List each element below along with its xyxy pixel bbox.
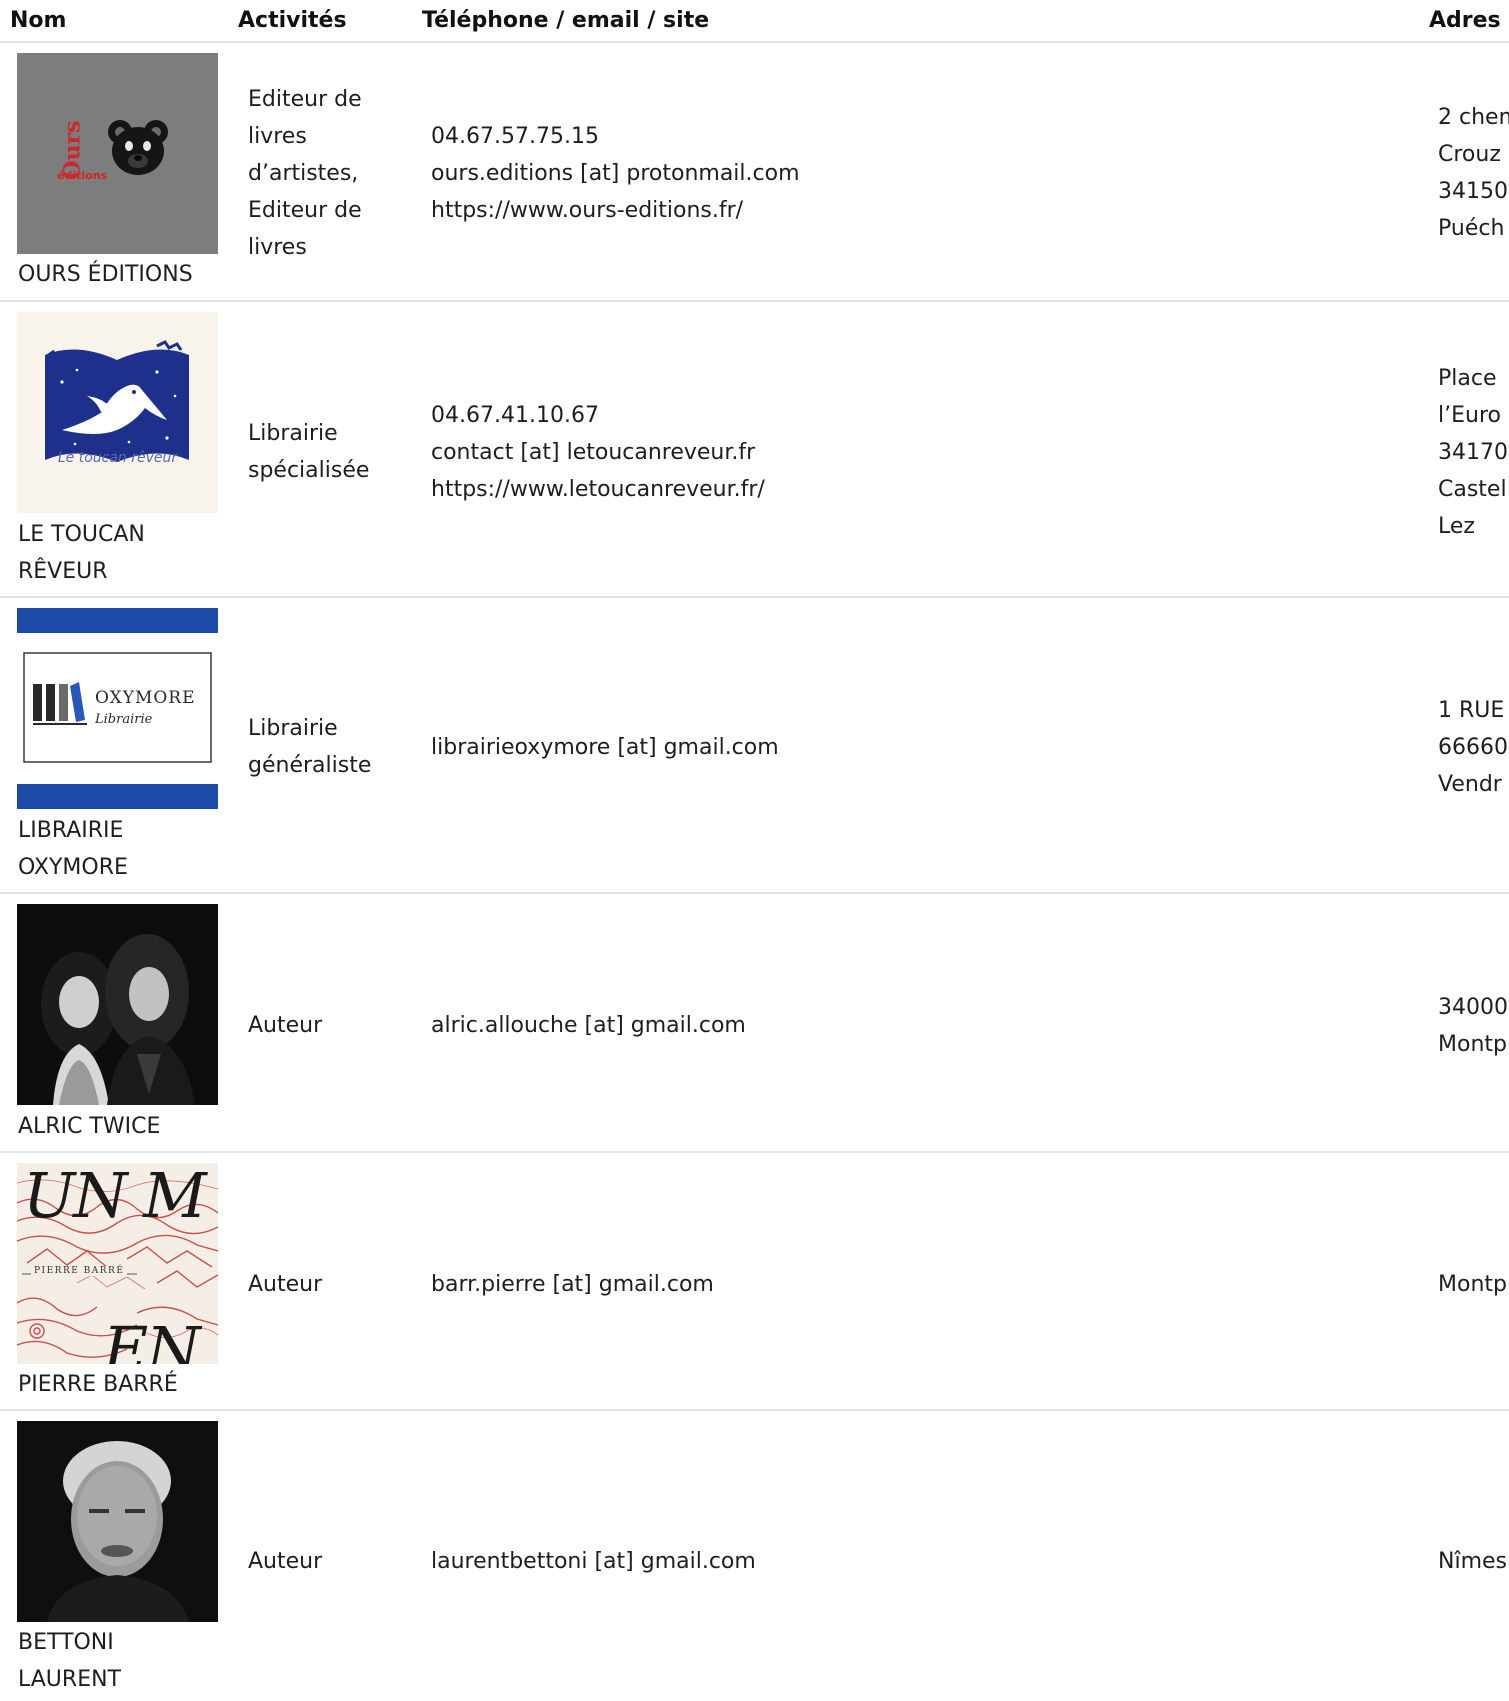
oxymore-logo-subtitle: Librairie [95,712,153,727]
cover-author: PIERRE BARRÉ [31,1266,128,1276]
row-divider [0,1409,1509,1411]
email-link[interactable]: alric.allouche [at] gmail.com [431,1007,746,1044]
row-address: 34000 Montp [1438,995,1508,1057]
column-header-activities: Activités [238,8,347,33]
cover-title-top: UN M [23,1163,207,1232]
directory-page: Nom Activités Téléphone / email / site A… [0,0,1509,1701]
email-link[interactable]: librairieoxymore [at] gmail.com [431,729,779,766]
ours-logo-text: Ours éditions [57,120,108,182]
phone-text: 04.67.41.10.67 [431,403,599,428]
phone-text: 04.67.57.75.15 [431,124,599,149]
website-link[interactable]: https://www.ours-editions.fr/ [431,192,800,229]
toucan-reveur-logo: Le toucan rêveur [17,312,218,513]
row-activities: Librairie généraliste [248,716,372,778]
row-activities: Auteur [248,1013,323,1038]
row-divider [0,596,1509,598]
row-activities: Auteur [248,1549,323,1574]
column-header-contact: Téléphone / email / site [422,8,710,33]
row-activities: Librairie spécialisée [248,421,370,483]
row-contact: 04.67.41.10.67 contact [at] letoucanreve… [431,397,765,508]
row-contact: librairieoxymore [at] gmail.com [431,729,779,766]
column-header-name: Nom [10,8,67,33]
website-link[interactable]: https://www.letoucanreveur.fr/ [431,471,765,508]
email-link[interactable]: barr.pierre [at] gmail.com [431,1266,714,1303]
row-address: Place l’Euro 34170 Castel Lez [1438,366,1508,539]
row-contact: alric.allouche [at] gmail.com [431,1007,746,1044]
row-activities: Editeur de livres d’artistes, Editeur de… [248,87,362,260]
pierre-barre-cover: UN M PIERRE BARRÉ EN [17,1163,218,1364]
row-name: ALRIC TWICE [18,1114,161,1139]
cover-title-bottom: EN [103,1313,201,1364]
email-link[interactable]: laurentbettoni [at] gmail.com [431,1543,756,1580]
oxymore-logo-title: OXYMORE [95,688,196,708]
row-divider [0,892,1509,894]
row-name: LE TOUCAN RÊVEUR [18,522,145,584]
row-address: Montp [1438,1272,1507,1297]
bettoni-laurent-photo [17,1421,218,1622]
toucan-logo-text: Le toucan rêveur [57,450,178,466]
ours-editions-logo: Ours éditions [17,53,218,254]
row-contact: 04.67.57.75.15 ours.editions [at] proton… [431,118,800,229]
oxymore-logo: OXYMORE Librairie [17,608,218,809]
email-link[interactable]: contact [at] letoucanreveur.fr [431,434,765,471]
row-name: PIERRE BARRÉ [18,1372,178,1397]
row-address: 1 RUE 66660 Vendr [1438,698,1508,797]
row-contact: barr.pierre [at] gmail.com [431,1266,714,1303]
row-name: OURS ÉDITIONS [18,262,193,287]
row-divider [0,300,1509,302]
row-divider [0,1151,1509,1153]
row-address: Nîmes [1438,1549,1507,1574]
row-address: 2 chem Crouz 34150 Puéch [1438,105,1509,241]
alric-twice-photo [17,904,218,1105]
row-contact: laurentbettoni [at] gmail.com [431,1543,756,1580]
header-divider [0,41,1509,43]
row-activities: Auteur [248,1272,323,1297]
email-link[interactable]: ours.editions [at] protonmail.com [431,155,800,192]
row-name: BETTONI LAURENT [18,1630,121,1692]
column-header-address: Adres [1429,8,1501,33]
row-name: LIBRAIRIE OXYMORE [18,818,128,880]
